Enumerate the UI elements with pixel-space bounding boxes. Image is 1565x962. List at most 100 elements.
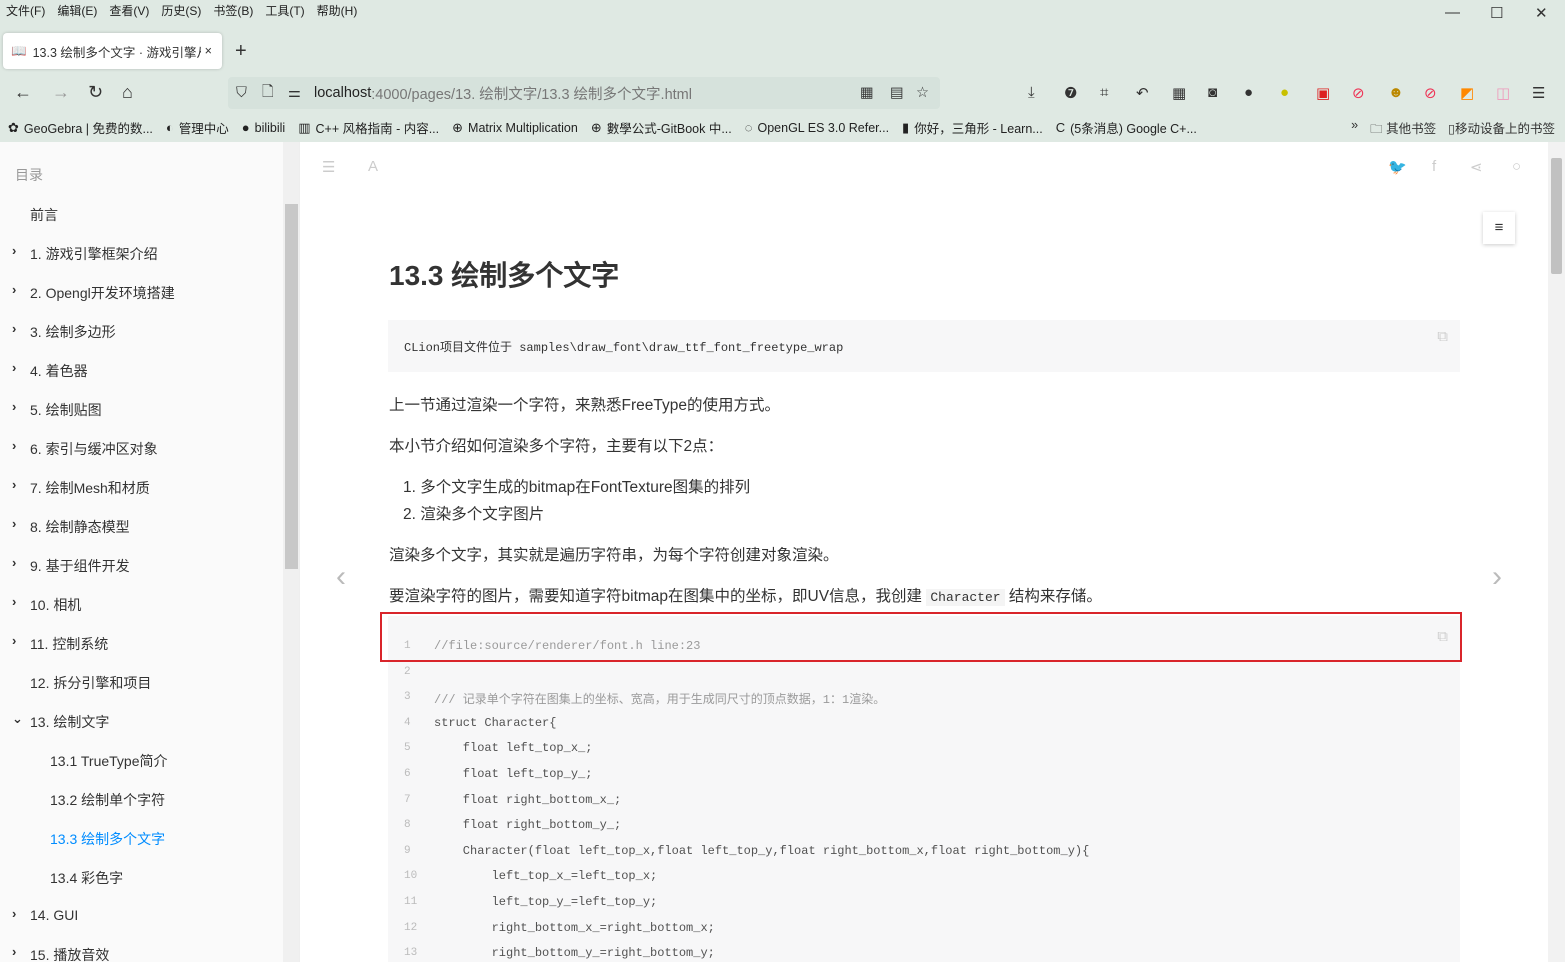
menu-item[interactable]: 帮助(H): [311, 0, 364, 22]
bookmark-item[interactable]: ⊕ 數學公式-GitBook 中...: [591, 118, 732, 137]
menu-item[interactable]: 编辑(E): [51, 0, 103, 22]
book-icon: 📖: [11, 43, 27, 58]
bookmark-label: C++ 风格指南 - 内容...: [315, 122, 440, 136]
bookmark-item[interactable]: ⊕ Matrix Multiplication: [452, 118, 578, 137]
extension-icon[interactable]: ◙: [1208, 84, 1217, 101]
bookmark-label: (5条消息) Google C+...: [1070, 122, 1197, 136]
forward-button[interactable]: →: [52, 82, 70, 103]
bookmark-item[interactable]: ◐ 管理中心: [166, 118, 229, 137]
new-tab-button[interactable]: +: [235, 40, 247, 63]
menu-item[interactable]: 书签(B): [207, 0, 259, 22]
toc-item-label: 9. 基于组件开发: [30, 558, 130, 574]
code-line: left_top_x_=left_top_x;: [434, 869, 658, 884]
prev-page-arrow[interactable]: ‹: [336, 560, 346, 594]
toc-sidebar: 目录 前言 › 1. 游戏引擎框架介绍 › 2. Opengl开发环境搭建 › 3. 绘制多…: [0, 142, 300, 962]
toc-item[interactable]: 13.4 彩色字: [50, 868, 123, 888]
menu-item[interactable]: 查看(V): [103, 0, 155, 22]
toc-item[interactable]: › 14. GUI: [12, 906, 78, 923]
crop-icon[interactable]: ⌗: [1100, 84, 1108, 101]
twitter-icon[interactable]: 🐦: [1388, 158, 1407, 176]
toc-item[interactable]: › 1. 游戏引擎框架介绍: [12, 243, 158, 264]
home-button[interactable]: ⌂: [122, 82, 133, 103]
extension-icon[interactable]: ●: [1280, 84, 1289, 101]
bookmark-item[interactable]: ▮ 你好，三角形 - Learn...: [902, 118, 1043, 137]
toc-item[interactable]: ⌄ 13. 绘制文字: [12, 711, 109, 732]
undo-icon[interactable]: ↶: [1136, 84, 1149, 102]
tab-close-button[interactable]: ×: [205, 44, 212, 58]
github-icon[interactable]: ○: [1512, 158, 1521, 175]
bookmark-star-icon[interactable]: ☆: [916, 85, 929, 101]
menu-item[interactable]: 文件(F): [0, 0, 51, 22]
url-bar[interactable]: ⛉ 🗋 ⚌ localhost:4000/pages/13. 绘制文字/13.3…: [228, 77, 940, 109]
page-scrollbar[interactable]: [1548, 142, 1565, 962]
back-button[interactable]: ←: [14, 82, 32, 103]
new-extension-icon[interactable]: ▣: [1316, 84, 1330, 102]
chevron-icon: ›: [12, 321, 17, 336]
toc-item[interactable]: › 8. 绘制静态模型: [12, 516, 130, 537]
sidebar-scroll-thumb[interactable]: [285, 204, 298, 569]
extension-icon[interactable]: ●: [1244, 84, 1253, 101]
close-window-button[interactable]: ✕: [1535, 4, 1548, 22]
share-icon[interactable]: ⋖: [1470, 158, 1483, 176]
bookmark-item[interactable]: ✿ GeoGebra | 免费的数...: [8, 118, 153, 137]
minimize-button[interactable]: —: [1445, 4, 1460, 21]
bookmark-label: Matrix Multiplication: [468, 120, 578, 135]
bookmark-item[interactable]: ◌ OpenGL ES 3.0 Refer...: [745, 118, 889, 137]
extension-icon[interactable]: ◩: [1460, 84, 1474, 102]
facebook-icon[interactable]: f: [1432, 158, 1436, 175]
toc-item[interactable]: 前言: [30, 205, 58, 225]
block-extension-icon[interactable]: ⊘: [1352, 84, 1365, 102]
next-page-arrow[interactable]: ›: [1492, 560, 1502, 594]
toc-item[interactable]: › 15. 播放音效: [12, 944, 109, 962]
toc-item[interactable]: › 4. 着色器: [12, 360, 88, 381]
monkey-extension-icon[interactable]: ☻: [1388, 84, 1404, 101]
chevron-icon: ›: [12, 906, 17, 921]
bookmark-label: OpenGL ES 3.0 Refer...: [757, 120, 890, 135]
toc-item[interactable]: 12. 拆分引擎和项目: [30, 673, 151, 693]
toggle-sidebar-icon[interactable]: ☰: [322, 158, 335, 176]
tab-active[interactable]: 📖 13.3 绘制多个文字 · 游戏引擎从 ×: [3, 33, 222, 69]
reload-button[interactable]: ↻: [88, 82, 103, 103]
bookmark-item[interactable]: ▥ C++ 风格指南 - 内容...: [298, 118, 439, 137]
other-bookmarks-folder[interactable]: 🗀 其他书签: [1370, 118, 1436, 141]
maximize-button[interactable]: ☐: [1490, 4, 1503, 22]
mobile-bookmarks-folder[interactable]: ▯移动设备上的书签: [1448, 118, 1555, 141]
toc-item[interactable]: 13.2 绘制单个字符: [50, 790, 165, 810]
toc-item[interactable]: 13.3 绘制多个文字: [50, 829, 165, 849]
other-bookmarks-label: 其他书签: [1386, 122, 1437, 136]
page-scroll-thumb[interactable]: [1551, 158, 1562, 274]
bookmark-item[interactable]: ● bilibili: [242, 118, 285, 137]
toc-item[interactable]: › 10. 相机: [12, 594, 81, 615]
code-line: float right_bottom_x_;: [434, 792, 622, 807]
download-icon[interactable]: ⤓: [1028, 84, 1035, 101]
app-menu-icon[interactable]: ☰: [1532, 84, 1545, 102]
bookmark-item[interactable]: C (5条消息) Google C+...: [1056, 118, 1197, 137]
extension-icon[interactable]: ◫: [1496, 84, 1510, 102]
menu-item[interactable]: 工具(T): [259, 0, 310, 22]
block-extension-icon[interactable]: ⊘: [1424, 84, 1437, 102]
chevron-icon: ›: [12, 944, 17, 959]
font-settings-icon[interactable]: A: [368, 158, 378, 175]
toc-item[interactable]: › 2. Opengl开发环境搭建: [12, 282, 175, 303]
toc-item[interactable]: › 7. 绘制Mesh和材质: [12, 477, 150, 498]
qr-extension-icon[interactable]: ▦: [1172, 84, 1186, 102]
copy-icon[interactable]: ⧉: [1437, 328, 1448, 345]
reader-view-icon[interactable]: ▤: [890, 85, 904, 101]
paragraph: 要渲染字符的图片，需要知道字符bitmap在图集中的坐标，即UV信息，我创建 C…: [389, 584, 1102, 606]
extension-7-icon[interactable]: ❼: [1064, 84, 1077, 102]
menu-item[interactable]: 历史(S): [155, 0, 207, 22]
page-toc-button[interactable]: ≡: [1483, 212, 1515, 244]
bookmarks-overflow-button[interactable]: »: [1351, 118, 1358, 141]
chevron-icon: ›: [12, 477, 17, 492]
chevron-icon: ⌄: [12, 711, 23, 726]
shield-icon: ⛉: [236, 85, 247, 101]
toc-item[interactable]: › 5. 绘制贴图: [12, 399, 102, 420]
toc-item[interactable]: › 11. 控制系统: [12, 633, 108, 654]
toc-item[interactable]: 13.1 TrueType简介: [50, 751, 168, 771]
toc-item[interactable]: › 6. 索引与缓冲区对象: [12, 438, 158, 459]
toc-item[interactable]: › 3. 绘制多边形: [12, 321, 116, 342]
toc-item-label: 4. 着色器: [30, 363, 88, 379]
qr-code-icon[interactable]: ▦: [860, 85, 874, 101]
sidebar-scrollbar[interactable]: [283, 142, 299, 962]
toc-item[interactable]: › 9. 基于组件开发: [12, 555, 130, 576]
